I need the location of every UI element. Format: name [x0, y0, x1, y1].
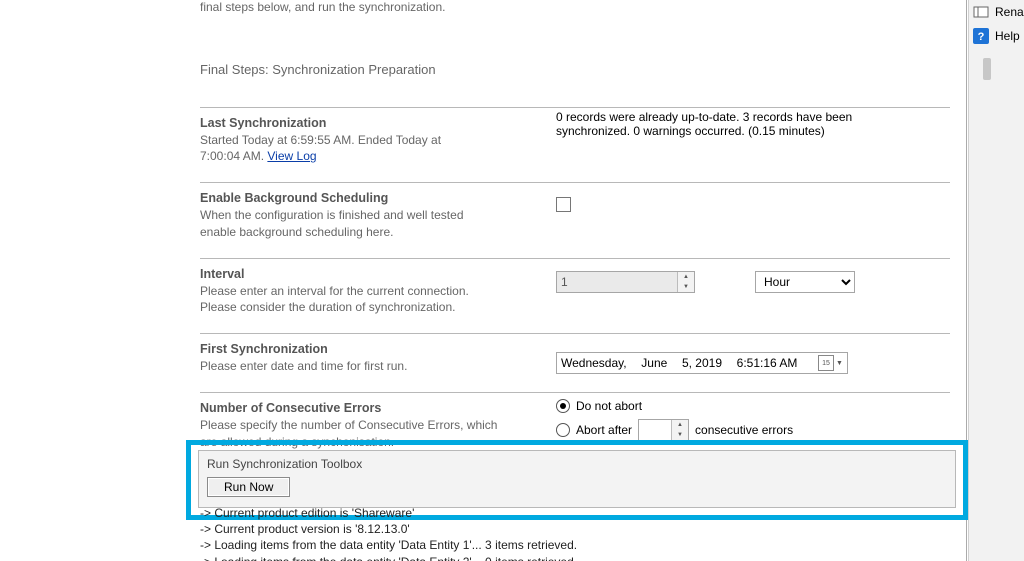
interval-up-icon[interactable]: ▲ — [678, 272, 694, 282]
help-icon: ? — [973, 28, 989, 44]
abort-after-radio[interactable] — [556, 423, 570, 437]
log-line: -> Loading items from the data entity 'D… — [200, 554, 940, 561]
side-item-help[interactable]: ? Help — [968, 24, 1024, 48]
final-steps-heading: Final Steps: Synchronization Preparation — [200, 62, 950, 77]
abort-after-stepper[interactable]: ▲▼ — [638, 419, 689, 441]
interval-unit-select[interactable]: Hour — [755, 271, 855, 293]
intro-cutoff-text: final steps below, and run the synchroni… — [200, 0, 950, 14]
last-sync-status: 0 records were already up-to-date. 3 rec… — [556, 110, 856, 138]
scrollbar-thumb[interactable] — [983, 58, 991, 80]
view-log-link[interactable]: View Log — [267, 149, 316, 163]
side-item-rename[interactable]: Rena — [968, 0, 1024, 24]
consec-errors-label: consecutive errors — [695, 423, 793, 437]
sync-log: -> Current product edition is 'Shareware… — [200, 505, 940, 561]
chevron-down-icon[interactable]: ▼ — [836, 360, 843, 367]
first-sync-time: 6:51:16 AM — [737, 356, 798, 370]
run-sync-legend: Run Synchronization Toolbox — [207, 457, 947, 471]
side-item-label: Help — [995, 29, 1020, 43]
abort-down-icon[interactable]: ▼ — [672, 430, 688, 440]
first-sync-datetime-picker[interactable]: Wednesday, June 5, 2019 6:51:16 AM 15 ▼ — [556, 352, 848, 374]
bg-sched-heading: Enable Background Scheduling — [200, 191, 950, 205]
do-not-abort-radio[interactable] — [556, 399, 570, 413]
first-sync-desc: Please enter date and time for first run… — [200, 358, 500, 374]
calendar-icon[interactable]: 15 — [818, 355, 834, 371]
first-sync-day-year: 5, 2019 — [682, 356, 722, 370]
rename-icon — [973, 4, 989, 20]
side-panel: Rena ? Help — [968, 0, 1024, 561]
log-line: -> Current product version is '8.12.13.0… — [200, 521, 940, 537]
interval-value[interactable] — [557, 272, 677, 292]
first-sync-month: June — [641, 356, 667, 370]
last-sync-desc: Started Today at 6:59:55 AM. Ended Today… — [200, 132, 500, 164]
abort-up-icon[interactable]: ▲ — [672, 420, 688, 430]
interval-stepper[interactable]: ▲▼ — [556, 271, 695, 293]
bg-sched-desc: When the configuration is finished and w… — [200, 207, 500, 239]
interval-desc: Please enter an interval for the current… — [200, 283, 500, 315]
svg-text:?: ? — [978, 31, 985, 43]
run-now-button[interactable]: Run Now — [207, 477, 290, 497]
log-line: -> Current product edition is 'Shareware… — [200, 505, 940, 521]
abort-after-value[interactable] — [639, 420, 671, 440]
log-line: -> Loading items from the data entity 'D… — [200, 537, 940, 553]
interval-down-icon[interactable]: ▼ — [678, 282, 694, 292]
do-not-abort-label: Do not abort — [576, 399, 642, 413]
abort-after-label: Abort after — [576, 423, 632, 437]
first-sync-weekday: Wednesday, — [561, 356, 627, 370]
side-item-label: Rena — [995, 5, 1024, 19]
bg-sched-checkbox[interactable] — [556, 197, 571, 212]
